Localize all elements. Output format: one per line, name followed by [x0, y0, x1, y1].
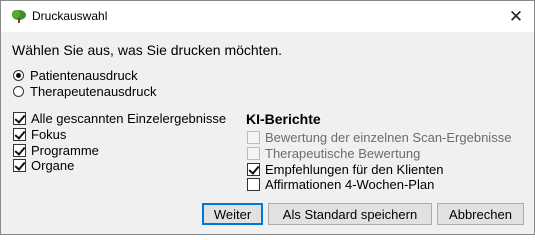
close-button[interactable]: ✕	[498, 1, 534, 32]
radio-button-selected[interactable]	[13, 70, 24, 81]
print-selection-dialog: Druckauswahl ✕ Wählen Sie aus, was Sie d…	[0, 0, 535, 235]
radio-label: Therapeutenausdruck	[30, 84, 157, 99]
checkbox-label: Fokus	[31, 127, 67, 142]
radio-button[interactable]	[13, 86, 24, 97]
checkbox-disabled[interactable]	[247, 131, 260, 144]
checkbox-programs[interactable]: Programme	[13, 143, 99, 158]
checkbox-all-scanned-results[interactable]: Alle gescannten Einzelergebnisse	[13, 111, 226, 126]
checkbox-organs[interactable]: Organe	[13, 158, 74, 173]
checkbox-label: Therapeutische Bewertung	[265, 146, 421, 161]
radio-patient-printout[interactable]: Patientenausdruck	[13, 68, 138, 83]
prompt-text: Wählen Sie aus, was Sie drucken möchten.	[12, 42, 283, 58]
cancel-button-label: Abbrechen	[449, 206, 512, 222]
close-icon: ✕	[508, 6, 524, 26]
checkbox-focus[interactable]: Fokus	[13, 127, 66, 142]
checkbox-checked[interactable]	[247, 163, 260, 176]
save-as-default-button[interactable]: Als Standard speichern	[268, 203, 432, 225]
save-as-default-label: Als Standard speichern	[282, 206, 418, 222]
radio-label: Patientenausdruck	[30, 68, 138, 83]
window-title: Druckauswahl	[32, 9, 108, 23]
checkbox-label: Affirmationen 4-Wochen-Plan	[265, 177, 435, 192]
checkbox-label: Alle gescannten Einzelergebnisse	[31, 111, 227, 126]
checkbox-label: Empfehlungen für den Klienten	[265, 162, 444, 177]
checkbox-checked[interactable]	[13, 112, 26, 125]
next-button-label: Weiter	[213, 206, 252, 222]
checkbox-label: Organe	[31, 158, 75, 173]
checkbox-scan-results-evaluation[interactable]: Bewertung der einzelnen Scan-Ergebnisse	[247, 130, 511, 145]
title-bar[interactable]: Druckauswahl ✕	[1, 1, 534, 32]
radio-therapist-printout[interactable]: Therapeutenausdruck	[13, 84, 156, 99]
checkbox-affirmations-plan[interactable]: Affirmationen 4-Wochen-Plan	[247, 177, 434, 192]
checkbox[interactable]	[247, 178, 260, 191]
cancel-button[interactable]: Abbrechen	[437, 203, 524, 225]
ki-reports-heading: KI-Berichte	[246, 111, 321, 127]
checkbox-label: Programme	[31, 143, 99, 158]
checkbox-therapeutic-evaluation[interactable]: Therapeutische Bewertung	[247, 146, 420, 161]
checkbox-label: Bewertung der einzelnen Scan-Ergebnisse	[265, 130, 512, 145]
checkbox-checked[interactable]	[13, 159, 26, 172]
next-button[interactable]: Weiter	[202, 203, 263, 225]
green-cloud-icon	[12, 10, 26, 23]
checkbox-checked[interactable]	[13, 144, 26, 157]
checkbox-checked[interactable]	[13, 128, 26, 141]
checkbox-disabled[interactable]	[247, 147, 260, 160]
checkbox-client-recommendations[interactable]: Empfehlungen für den Klienten	[247, 162, 444, 177]
